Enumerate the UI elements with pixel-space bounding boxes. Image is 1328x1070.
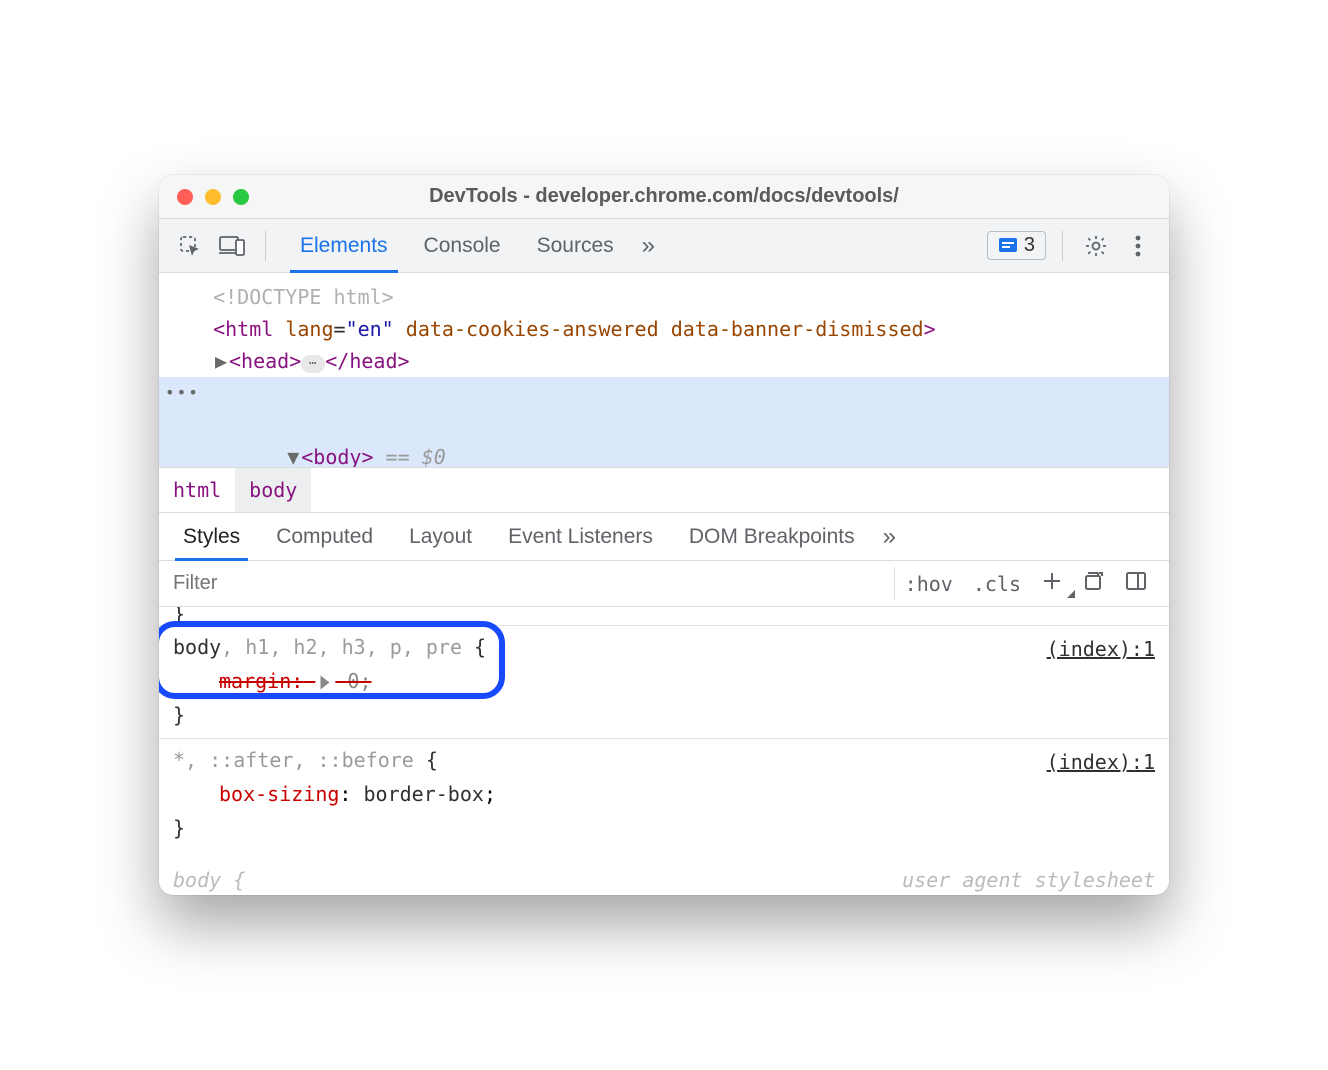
style-rule[interactable]: (index):1 body, h1, h2, h3, p, pre { mar…	[159, 625, 1169, 738]
tab-elements[interactable]: Elements	[282, 219, 406, 272]
dom-doctype[interactable]: <!DOCTYPE html>	[159, 281, 1169, 313]
user-agent-rule-peek: body { user agent stylesheet	[173, 863, 1155, 895]
css-declaration-margin[interactable]: margin: 0;	[173, 664, 1155, 698]
zoom-window-button[interactable]	[233, 189, 249, 205]
gutter-menu-icon[interactable]: •••	[165, 377, 189, 409]
dom-html-open[interactable]: <html lang="en" data-cookies-answered da…	[159, 313, 1169, 345]
kebab-menu-icon[interactable]	[1121, 229, 1155, 263]
breadcrumb-body[interactable]: body	[235, 468, 311, 512]
traffic-lights	[159, 189, 249, 205]
dom-head[interactable]: ▶<head>⋯</head>	[159, 345, 1169, 377]
minimize-window-button[interactable]	[205, 189, 221, 205]
toolbar-separator	[1062, 231, 1063, 261]
subtab-computed[interactable]: Computed	[262, 513, 387, 560]
styles-filter-input[interactable]	[171, 571, 894, 596]
issues-badge[interactable]: 3	[987, 231, 1046, 260]
main-toolbar: Elements Console Sources » 3	[159, 219, 1169, 273]
styles-pane[interactable]: } (index):1 body, h1, h2, h3, p, pre { m…	[159, 607, 1169, 895]
rule-source-link[interactable]: (index):1	[1047, 745, 1155, 779]
rule-source-link[interactable]: (index):1	[1047, 632, 1155, 666]
subtab-dom-breakpoints[interactable]: DOM Breakpoints	[675, 513, 869, 560]
toolbar-separator	[265, 231, 266, 261]
cls-toggle-button[interactable]: .cls	[963, 572, 1031, 596]
rule-selector[interactable]: *, ::after, ::before {	[173, 743, 1155, 777]
dom-body-selected[interactable]: ••• ▼<body> == $0	[159, 377, 1169, 467]
subtab-layout[interactable]: Layout	[395, 513, 486, 560]
expand-ellipsis-icon[interactable]: ⋯	[301, 355, 325, 373]
inspect-element-icon[interactable]	[173, 229, 207, 263]
rule-selector[interactable]: body, h1, h2, h3, p, pre {	[173, 630, 1155, 664]
new-style-rule-button[interactable]	[1031, 570, 1073, 597]
tab-sources[interactable]: Sources	[519, 219, 632, 272]
breadcrumb-html[interactable]: html	[159, 468, 235, 512]
close-window-button[interactable]	[177, 189, 193, 205]
dom-tree[interactable]: <!DOCTYPE html> <html lang="en" data-coo…	[159, 273, 1169, 467]
style-rule[interactable]: (index):1 *, ::after, ::before { box-siz…	[159, 738, 1169, 851]
rule-fragment-brace: }	[173, 607, 1155, 621]
devtools-window: DevTools - developer.chrome.com/docs/dev…	[159, 175, 1169, 895]
issues-icon	[998, 237, 1018, 255]
breadcrumb: html body	[159, 467, 1169, 513]
css-declaration-box-sizing[interactable]: box-sizing: border-box;	[173, 777, 1155, 811]
panel-tabs: Elements Console Sources »	[282, 219, 665, 272]
toggle-computed-sidebar-icon[interactable]	[1115, 570, 1157, 597]
settings-gear-icon[interactable]	[1079, 229, 1113, 263]
styles-toolbar: :hov .cls	[159, 561, 1169, 607]
more-tabs-button[interactable]: »	[632, 219, 665, 272]
hov-toggle-button[interactable]: :hov	[895, 572, 963, 596]
styles-copy-icon[interactable]	[1073, 570, 1115, 597]
device-toolbar-icon[interactable]	[215, 229, 249, 263]
styles-subtabs: Styles Computed Layout Event Listeners D…	[159, 513, 1169, 561]
window-title: DevTools - developer.chrome.com/docs/dev…	[159, 185, 1169, 208]
titlebar: DevTools - developer.chrome.com/docs/dev…	[159, 175, 1169, 219]
tab-console[interactable]: Console	[406, 219, 519, 272]
value-swatch-icon[interactable]	[321, 676, 330, 690]
issues-count: 3	[1024, 234, 1035, 257]
subtab-styles[interactable]: Styles	[169, 513, 254, 560]
subtab-event-listeners[interactable]: Event Listeners	[494, 513, 667, 560]
more-subtabs-button[interactable]: »	[877, 513, 902, 560]
